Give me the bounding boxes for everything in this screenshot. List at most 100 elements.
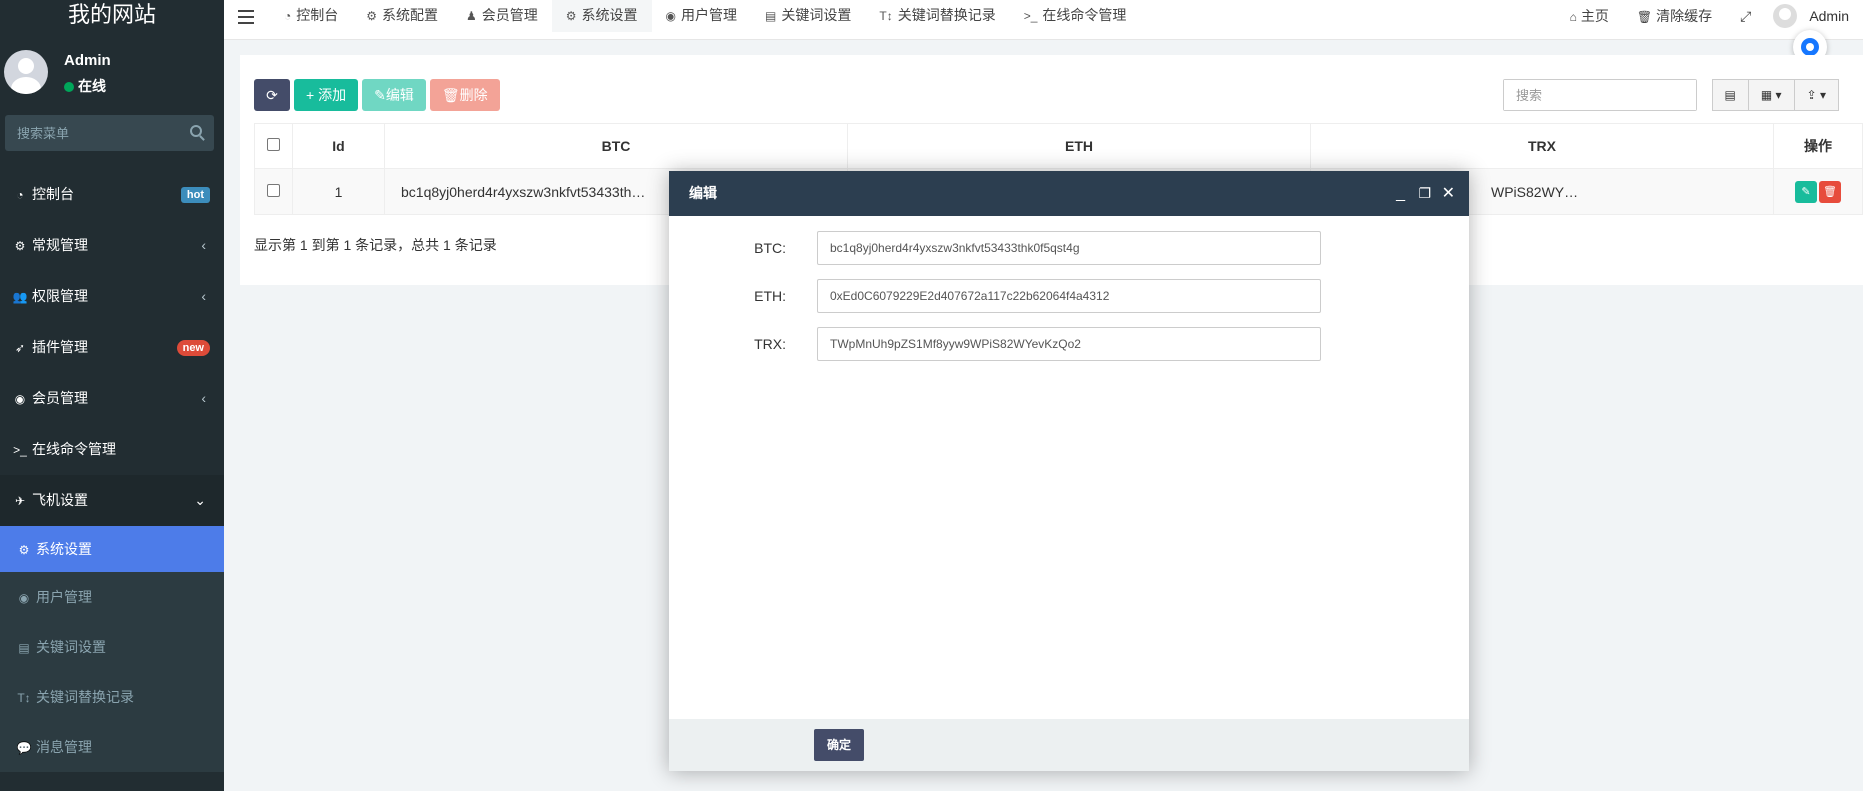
- chevron-left-icon: ‹: [201, 390, 206, 406]
- tab-keywords[interactable]: ▤ 关键词设置: [751, 0, 865, 32]
- admin-menu[interactable]: Admin: [1765, 4, 1863, 28]
- sidebar-item-members[interactable]: ◉ 会员管理 ‹: [0, 373, 224, 424]
- menu-toggle-icon[interactable]: [238, 10, 254, 24]
- sidebar-item-dashboard[interactable]: ◔ 控制台 hot: [0, 169, 224, 220]
- pagination-info: 显示第 1 到第 1 条记录，总共 1 条记录: [254, 237, 497, 253]
- sidebar-search-input[interactable]: [5, 115, 214, 151]
- header-checkbox-cell: [254, 123, 293, 169]
- tab-bar: ◔ 控制台 ⚙ 系统配置 ♟ 会员管理 ⚙ 系统设置 ◉ 用户管理 ▤ 关键词设置 T↕ 关键…: [270, 0, 1140, 32]
- table-search-input[interactable]: [1504, 80, 1696, 110]
- tab-dashboard[interactable]: ◔ 控制台: [270, 0, 352, 32]
- tab-system-settings[interactable]: ⚙ 系统设置: [551, 0, 652, 32]
- home-link[interactable]: ⌂ 主页: [1556, 6, 1623, 26]
- home-label: 主页: [1580, 8, 1609, 24]
- btc-field[interactable]: [817, 231, 1321, 265]
- modal-footer: 确定: [669, 719, 1469, 771]
- user-panel: Admin 在线: [0, 32, 224, 110]
- chevron-down-icon: ⌄: [194, 492, 206, 508]
- avatar: [1773, 4, 1798, 28]
- user-name: Admin: [64, 52, 111, 69]
- modal-title: 编辑: [689, 185, 717, 201]
- sidebar-item-label: 常规管理: [32, 237, 88, 253]
- btc-label: BTC:: [754, 240, 786, 256]
- sidebar-item-system-settings[interactable]: ⚙ 系统设置: [0, 526, 224, 572]
- minimize-icon[interactable]: _: [1396, 171, 1405, 216]
- eth-field[interactable]: [817, 279, 1321, 313]
- sidebar-item-messages[interactable]: 💬 消息管理: [0, 722, 224, 772]
- tab-members[interactable]: ♟ 会员管理: [452, 0, 552, 32]
- sidebar-item-user-manage[interactable]: ◉ 用户管理: [0, 572, 224, 622]
- top-navbar: ◔ 控制台 ⚙ 系统配置 ♟ 会员管理 ⚙ 系统设置 ◉ 用户管理 ▤ 关键词设置 T↕ 关键…: [224, 0, 1863, 40]
- columns-button[interactable]: ▦ ▾: [1747, 79, 1795, 111]
- online-dot-icon: [64, 82, 74, 92]
- sidebar-search: [5, 115, 214, 151]
- close-icon[interactable]: ✕: [1442, 171, 1455, 216]
- sidebar-item-label: 权限管理: [32, 288, 88, 304]
- sidebar-item-auth[interactable]: 👥 权限管理 ‹: [0, 271, 224, 322]
- user-status-text: 在线: [78, 78, 106, 94]
- tab-label: 在线命令管理: [1042, 7, 1127, 23]
- column-header-id[interactable]: Id: [292, 123, 385, 169]
- confirm-button[interactable]: 确定: [814, 729, 865, 761]
- row-checkbox[interactable]: [267, 183, 280, 197]
- chevron-left-icon: ‹: [201, 288, 206, 304]
- add-button[interactable]: + 添加: [294, 79, 359, 111]
- gear-icon: ⚙: [565, 9, 577, 23]
- table-search: [1503, 79, 1697, 111]
- trx-field[interactable]: [817, 327, 1321, 361]
- sidebar-item-keywords[interactable]: ▤ 关键词设置: [0, 622, 224, 672]
- file-icon: ▤: [765, 9, 777, 23]
- clear-cache-label: 清除缓存: [1656, 8, 1713, 24]
- table-toolbar: ⟳ + 添加 ✎编辑 🗑删除: [254, 79, 504, 111]
- nav-right: ⌂ 主页 🗑 清除缓存 ⤢ Admin: [1556, 0, 1863, 32]
- column-header-actions: 操作: [1773, 123, 1863, 169]
- table-header-row: Id BTC ETH TRX 操作: [254, 123, 1863, 169]
- fullscreen-icon[interactable]: ⤢: [1726, 8, 1765, 25]
- sidebar-item-commands[interactable]: >_ 在线命令管理: [0, 424, 224, 475]
- delete-button[interactable]: 🗑删除: [429, 79, 500, 111]
- sidebar-item-keyword-log[interactable]: T↕ 关键词替换记录: [0, 672, 224, 722]
- sidebar-item-telegram[interactable]: ✈ 飞机设置 ⌄: [0, 475, 224, 526]
- tab-user-manage[interactable]: ◉ 用户管理: [652, 0, 751, 32]
- text-height-icon: T↕: [879, 9, 893, 23]
- sidebar-item-label: 用户管理: [36, 589, 92, 605]
- comment-icon: 💬: [16, 741, 32, 755]
- tab-keyword-log[interactable]: T↕ 关键词替换记录: [865, 0, 1009, 32]
- user-circle-icon: ◉: [14, 392, 26, 406]
- text-height-icon: T↕: [17, 691, 31, 705]
- sidebar-item-label: 关键词设置: [36, 639, 106, 655]
- tab-commands[interactable]: >_ 在线命令管理: [1010, 0, 1141, 32]
- column-header-eth[interactable]: ETH: [847, 123, 1311, 169]
- column-header-trx[interactable]: TRX: [1310, 123, 1774, 169]
- refresh-button[interactable]: ⟳: [254, 79, 290, 111]
- column-header-btc[interactable]: BTC: [384, 123, 848, 169]
- sidebar-item-label: 会员管理: [32, 390, 88, 406]
- sidebar-item-general[interactable]: ⚙ 常规管理 ‹: [0, 220, 224, 271]
- new-badge: new: [176, 340, 210, 356]
- cell-id: 1: [292, 168, 385, 215]
- tab-system-config[interactable]: ⚙ 系统配置: [352, 0, 452, 32]
- export-button[interactable]: ⇪ ▾: [1793, 79, 1839, 111]
- toggle-view-button[interactable]: ▤: [1711, 79, 1749, 111]
- admin-name: Admin: [1809, 8, 1849, 24]
- clear-cache-button[interactable]: 🗑 清除缓存: [1623, 6, 1726, 26]
- sidebar-menu: ◔ 控制台 hot ⚙ 常规管理 ‹ 👥 权限管理 ‹ ➶ 插件管理 new ◉ 会员管理 ‹ >_…: [0, 169, 224, 526]
- edit-button[interactable]: ✎编辑: [362, 79, 426, 111]
- site-logo[interactable]: 我的网站: [0, 0, 224, 32]
- add-label: 添加: [318, 87, 347, 103]
- cell-actions: ✎ 🗑: [1773, 168, 1863, 215]
- sidebar: 我的网站 Admin 在线 ◔ 控制台 hot ⚙ 常规管理 ‹ 👥 权限管理 ‹ ➶ 插件管…: [0, 0, 224, 791]
- select-all-checkbox[interactable]: [267, 138, 280, 151]
- maximize-icon[interactable]: ❐: [1418, 171, 1431, 216]
- sidebar-item-label: 在线命令管理: [32, 441, 116, 457]
- rocket-icon: ➶: [14, 341, 26, 355]
- row-delete-button[interactable]: 🗑: [1819, 180, 1841, 203]
- avatar: [4, 50, 48, 94]
- row-edit-button[interactable]: ✎: [1795, 180, 1817, 203]
- sidebar-item-plugins[interactable]: ➶ 插件管理 new: [0, 322, 224, 373]
- trash-icon: 🗑: [1636, 10, 1653, 24]
- dashboard-icon: ◔: [16, 188, 24, 202]
- search-icon[interactable]: [190, 125, 202, 137]
- form-row-btc: BTC:: [669, 231, 1469, 265]
- gear-icon: ⚙: [366, 9, 378, 23]
